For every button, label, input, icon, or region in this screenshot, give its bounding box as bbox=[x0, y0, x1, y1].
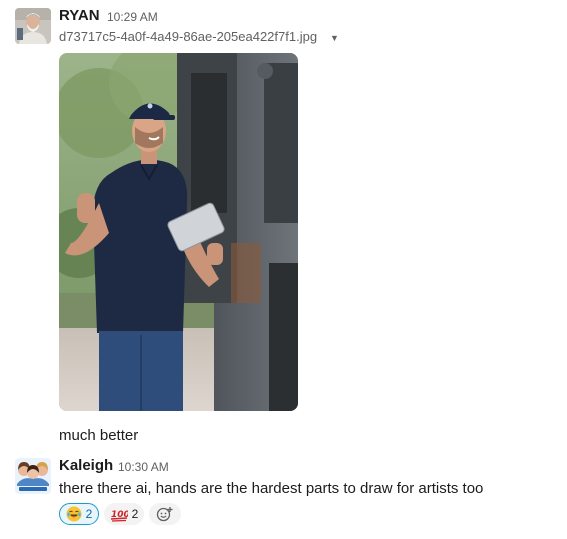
chevron-down-icon[interactable]: ▼ bbox=[330, 33, 339, 43]
message-text: there there ai, hands are the hardest pa… bbox=[59, 480, 484, 497]
reaction-count: 2 bbox=[85, 507, 93, 521]
add-reaction-button[interactable] bbox=[149, 503, 181, 525]
timestamp[interactable]: 10:30 AM bbox=[118, 460, 169, 474]
avatar-ryan[interactable] bbox=[15, 8, 51, 44]
image-attachment[interactable] bbox=[59, 53, 298, 411]
timestamp[interactable]: 10:29 AM bbox=[107, 10, 158, 24]
attachment-filename[interactable]: d73717c5-4a0f-4a49-86ae-205ea422f7f1.jpg bbox=[59, 29, 317, 44]
author-name[interactable]: Kaleigh bbox=[59, 457, 113, 474]
reaction-100[interactable]: 100 2 bbox=[104, 503, 144, 525]
reaction-joy[interactable]: 2 bbox=[59, 503, 99, 525]
reaction-count: 2 bbox=[131, 507, 139, 521]
joy-emoji-icon bbox=[66, 506, 82, 522]
avatar-kaleigh[interactable] bbox=[15, 458, 51, 494]
author-name[interactable]: RYAN bbox=[59, 7, 100, 24]
hundred-points-icon: 100 bbox=[110, 510, 128, 522]
add-reaction-icon bbox=[156, 507, 173, 522]
message-text: much better bbox=[59, 427, 139, 444]
